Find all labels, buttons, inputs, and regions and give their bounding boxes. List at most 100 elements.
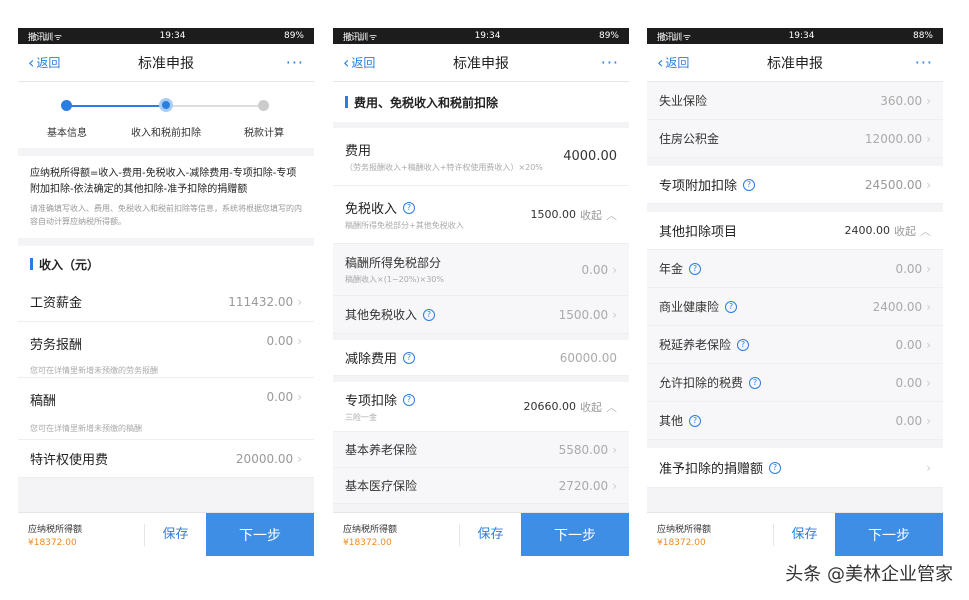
chevron-right-icon: › [297, 294, 302, 309]
other-sub-annuity[interactable]: 年金? 0.00 › [647, 250, 943, 288]
watermark: 头条 @美林企业管家 [785, 560, 953, 586]
row-label: 年金 [659, 262, 684, 276]
more-icon[interactable]: ··· [244, 53, 304, 72]
donation-row[interactable]: 准予扣除的捐赠额? › [647, 448, 943, 488]
special-additional-row[interactable]: 专项附加扣除? 24500.00 › [647, 166, 943, 204]
chevron-up-icon[interactable]: ︿ [606, 399, 617, 415]
special-sub-medical[interactable]: 基本医疗保险 2720.00 › [333, 468, 629, 504]
exempt-income-row[interactable]: 免税收入? 稿酬所得免税部分+其他免税收入 1500.00 收起 ︿ [333, 186, 629, 244]
tax-value: ¥18372.00 [657, 537, 706, 548]
special-sub-pension[interactable]: 基本养老保险 5580.00 › [333, 432, 629, 468]
battery-indicator: 88% [912, 31, 933, 41]
help-icon[interactable]: ? [403, 351, 416, 364]
row-label: 免税收入 [345, 202, 398, 217]
back-button[interactable]: ‹ 返回 [657, 54, 717, 71]
row-label: 住房公积金 [659, 132, 720, 146]
row-hint: 稿酬收入×(1−20%)×30% [345, 275, 445, 284]
help-icon[interactable]: ? [403, 393, 416, 406]
income-row-labor[interactable]: 劳务报酬 您可在详情里新增未预缴的劳务报酬 0.00 › [18, 322, 314, 378]
section-title-deductions: 费用、免税收入和税前扣除 [333, 82, 629, 122]
sub-row-housing-fund[interactable]: 住房公积金 12000.00 › [647, 120, 943, 158]
collapse-toggle[interactable]: 收起 [580, 399, 602, 415]
status-time: 19:34 [788, 31, 815, 41]
other-sub-pension-deferred[interactable]: 税延养老保险? 0.00 › [647, 326, 943, 364]
income-row-franchise[interactable]: 特许权使用费 20000.00 › [18, 440, 314, 478]
help-icon[interactable]: ? [769, 461, 782, 474]
row-value: 1500.00 [530, 208, 577, 221]
help-icon[interactable]: ? [403, 201, 416, 214]
watermark-text: 头条 @美林企业管家 [785, 564, 953, 585]
other-sub-health-insurance[interactable]: 商业健康险? 2400.00 › [647, 288, 943, 326]
phone-screen-basic: 撒讯訓 ᯤ 19:34 89% ‹ 返回 标准申报 ··· 基本信息 收入和税前扣… [18, 28, 314, 556]
tax-summary: 应纳税所得额 ¥18372.00 [647, 522, 773, 548]
other-deduction-row[interactable]: 其他扣除项目 2400.00 收起 ︿ [647, 212, 943, 250]
help-icon[interactable]: ? [743, 178, 756, 191]
more-icon[interactable]: ··· [873, 53, 933, 72]
row-label: 失业保险 [659, 94, 708, 108]
row-value: 4000.00 [563, 149, 617, 164]
save-button[interactable]: 保存 [773, 523, 835, 546]
formula-text: 应纳税所得额=收入-费用-免税收入-减除费用-专项扣除-专项附加扣除-依法确定的… [30, 168, 297, 195]
save-button[interactable]: 保存 [459, 523, 521, 546]
next-button[interactable]: 下一步 [206, 512, 314, 556]
bottom-bar: 应纳税所得额 ¥18372.00 保存 下一步 [333, 512, 629, 556]
help-icon[interactable]: ? [737, 338, 750, 351]
special-deduction-row[interactable]: 专项扣除? 三险一金 20660.00 收起 ︿ [333, 382, 629, 432]
row-label: 稿酬 [30, 394, 57, 409]
tax-value: ¥18372.00 [343, 537, 392, 548]
standard-deduction-row: 减除费用? 60000.00 [333, 340, 629, 376]
chevron-right-icon: › [926, 93, 931, 108]
more-icon[interactable]: ··· [559, 53, 619, 72]
screen-content: 基本信息 收入和税前扣除 税款计算 应纳税所得额=收入-费用-免税收入-减除费用… [18, 82, 314, 512]
row-label: 税延养老保险 [659, 338, 732, 352]
bottom-bar: 应纳税所得额 ¥18372.00 保存 下一步 [18, 512, 314, 556]
other-sub-tax-fees[interactable]: 允许扣除的税费? 0.00 › [647, 364, 943, 402]
back-button[interactable]: ‹ 返回 [343, 54, 403, 71]
progress-steps: 基本信息 收入和税前扣除 税款计算 [18, 82, 314, 148]
chevron-up-icon[interactable]: ︿ [606, 207, 617, 223]
income-row-royalty[interactable]: 稿酬 您可在详情里新增未预缴的稿酬 0.00 › [18, 378, 314, 440]
row-value: 5580.00 [558, 442, 609, 457]
help-icon[interactable]: ? [423, 308, 436, 321]
row-label: 减除费用 [345, 352, 398, 367]
row-hint: 您可在详情里新增未预缴的劳务报酬 [30, 366, 158, 375]
row-label: 其他扣除项目 [659, 225, 738, 240]
section-label: 收入（元） [39, 257, 100, 272]
page-title: 标准申报 [453, 55, 509, 72]
row-label: 基本养老保险 [345, 443, 418, 457]
step-label: 基本信息 [47, 128, 87, 139]
chevron-right-icon: › [612, 262, 617, 277]
other-sub-misc[interactable]: 其他? 0.00 › [647, 402, 943, 440]
row-value: 24500.00 [864, 177, 923, 192]
step-dot-done [61, 100, 72, 111]
next-button[interactable]: 下一步 [521, 512, 629, 556]
help-icon[interactable]: ? [689, 262, 702, 275]
bottom-bar: 应纳税所得额 ¥18372.00 保存 下一步 [647, 512, 943, 556]
formula-box: 应纳税所得额=收入-费用-免税收入-减除费用-专项扣除-专项附加扣除-依法确定的… [18, 156, 314, 238]
signal-indicator: 撒讯訓 ᯤ [28, 32, 62, 43]
exempt-sub-royalty[interactable]: 稿酬所得免税部分 稿酬收入×(1−20%)×30% 0.00 › [333, 244, 629, 296]
income-row-salary[interactable]: 工资薪金 111432.00 › [18, 282, 314, 322]
row-label: 费用 [345, 144, 372, 159]
exempt-sub-other[interactable]: 其他免税收入? 1500.00 › [333, 296, 629, 334]
row-value: 20660.00 [523, 400, 577, 413]
tax-summary: 应纳税所得额 ¥18372.00 [18, 522, 144, 548]
back-button[interactable]: ‹ 返回 [28, 54, 88, 71]
sub-row-unemployment[interactable]: 失业保险 360.00 › [647, 82, 943, 120]
help-icon[interactable]: ? [689, 414, 702, 427]
row-label: 工资薪金 [30, 296, 83, 311]
row-label: 专项附加扣除 [659, 179, 738, 194]
row-label: 允许扣除的税费 [659, 376, 744, 390]
tax-value: ¥18372.00 [28, 537, 77, 548]
help-icon[interactable]: ? [749, 376, 762, 389]
collapse-toggle[interactable]: 收起 [580, 207, 602, 223]
chevron-up-icon[interactable]: ︿ [920, 223, 931, 239]
help-icon[interactable]: ? [725, 300, 738, 313]
save-button[interactable]: 保存 [144, 523, 206, 546]
chevron-left-icon: ‹ [28, 52, 35, 72]
collapse-toggle[interactable]: 收起 [894, 223, 916, 239]
chevron-right-icon: › [297, 334, 302, 348]
next-button[interactable]: 下一步 [835, 512, 943, 556]
chevron-right-icon: › [612, 442, 617, 457]
screen-content: 费用、免税收入和税前扣除 费用 （劳务报酬收入+稿酬收入+特许权使用费收入）×20… [333, 82, 629, 512]
